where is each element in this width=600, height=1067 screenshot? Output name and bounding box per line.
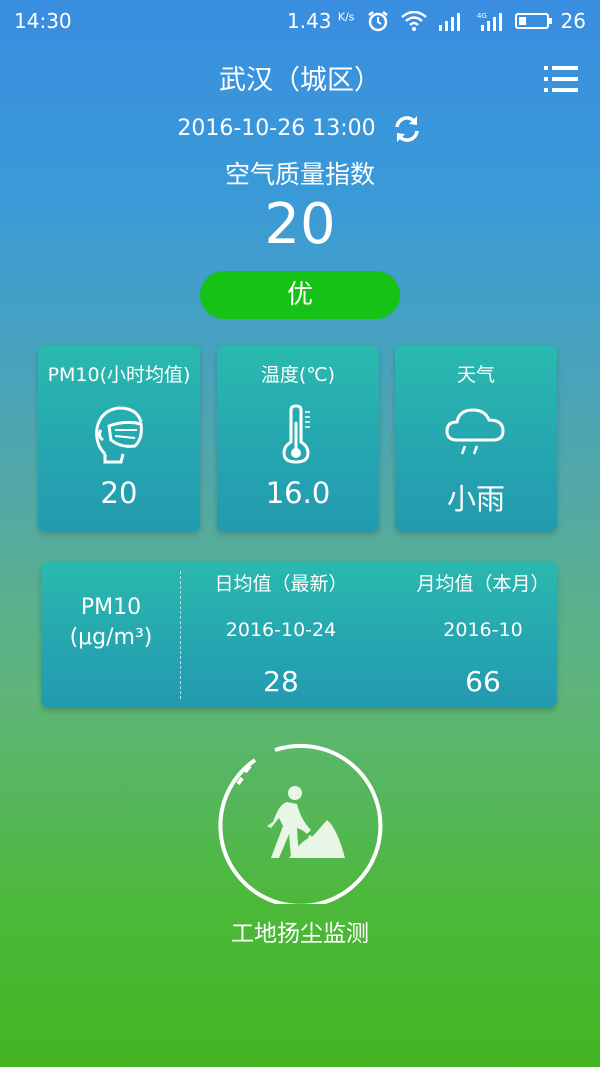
battery-level: 26 <box>560 9 586 33</box>
light-rain-icon <box>445 408 505 455</box>
network-speed: 1.43 K/s <box>287 9 355 33</box>
signal-4g-icon: 4G <box>477 12 502 31</box>
svg-text:4G: 4G <box>477 12 487 20</box>
card-title: 温度(℃) <box>260 364 336 386</box>
pm10-stats-panel[interactable]: PM10 (μg/m³) 日均值（最新） 2016-10-24 28 月均值（本… <box>41 561 557 708</box>
card-value: 小雨 <box>446 482 505 516</box>
menu-icon[interactable] <box>544 66 578 92</box>
pm10-hourly-card[interactable]: PM10(小时均值) 20 <box>38 346 200 531</box>
temperature-card[interactable]: 温度(℃) 16.0 <box>217 346 379 531</box>
card-title: 天气 <box>456 364 495 386</box>
city-title[interactable]: 武汉（城区） <box>0 58 600 97</box>
site-monitor-label[interactable]: 工地扬尘监测 <box>0 914 600 948</box>
status-time: 14:30 <box>14 9 72 33</box>
update-time: 2016-10-26 13:00 <box>0 114 600 144</box>
alarm-icon <box>367 11 388 32</box>
aqi-label: 空气质量指数 <box>224 160 375 189</box>
weather-card[interactable]: 天气 小雨 <box>395 346 557 531</box>
mask-icon <box>95 406 143 464</box>
daily-average-header: 日均值（最新） <box>214 573 348 595</box>
status-bar: 14:30 1.43 K/s 4G 26 <box>0 0 600 42</box>
status-icons: 1.43 K/s 4G 26 <box>287 9 586 33</box>
monthly-average-header: 月均值（本月） <box>416 573 550 595</box>
thermometer-icon <box>282 404 310 464</box>
pm10-unit-label: PM10 (μg/m³) <box>69 595 153 650</box>
construction-worker-icon[interactable] <box>217 738 383 904</box>
aqi-value: 20 <box>264 192 336 257</box>
card-value: 20 <box>100 476 138 510</box>
daily-average-value: 28 <box>263 665 299 698</box>
monthly-average-date: 2016-10 <box>443 619 523 641</box>
wifi-icon <box>400 11 427 31</box>
divider <box>180 571 181 699</box>
refresh-icon[interactable] <box>391 114 423 144</box>
card-value: 16.0 <box>265 476 331 510</box>
monthly-average-value: 66 <box>465 665 501 698</box>
aqi-level-badge: 优 <box>200 271 400 319</box>
card-title: PM10(小时均值) <box>47 364 191 386</box>
daily-average-date: 2016-10-24 <box>225 619 337 641</box>
signal-icon <box>438 13 460 31</box>
battery-icon <box>514 13 552 29</box>
